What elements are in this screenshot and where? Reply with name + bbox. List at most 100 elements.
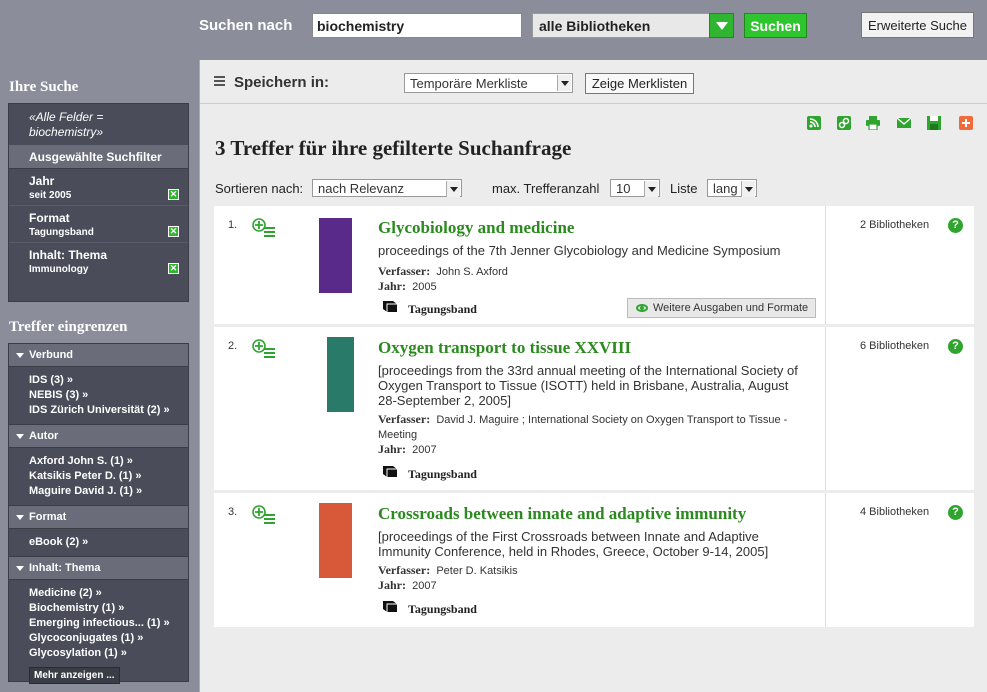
help-icon[interactable]: ? [948,218,963,233]
rss-icon[interactable] [807,116,821,130]
result-number: 3. [228,506,238,518]
advanced-search-button[interactable]: Erweiterte Suche [861,12,974,38]
facet-item[interactable]: Katsikis Peter D. (1) » [29,469,180,484]
menu-icon[interactable] [214,76,225,87]
result-subtitle: proceedings of the 7th Jenner Glycobiolo… [378,243,781,258]
add-icon[interactable] [959,116,973,130]
filter-year: Jahr seit 2005 ✕ [9,169,188,206]
facet-item[interactable]: eBook (2) » [29,535,180,550]
result-item: 2. Oxygen transport to tissue XXVIII [pr… [214,327,974,493]
facet-header-verbund[interactable]: Verbund [9,344,188,367]
save-bar: Speichern in: Temporäre Merkliste Zeige … [200,60,987,104]
print-icon[interactable] [866,116,880,130]
facet-list-autor: Axford John S. (1) » Katsikis Peter D. (… [9,448,188,505]
narrow-results-heading: Treffer eingrenzen [9,319,128,335]
sort-label: Sortieren nach: [215,181,304,196]
dropdown-arrow-icon[interactable] [446,181,460,197]
result-author: Verfasser: Peter D. Katsikis [378,563,518,577]
main-content: Speichern in: Temporäre Merkliste Zeige … [199,60,987,692]
result-type: Tagungsband [408,467,477,481]
facet-item[interactable]: Axford John S. (1) » [29,454,180,469]
selected-filters-header: Ausgewählte Suchfilter [9,146,188,169]
result-title[interactable]: Glycobiology and medicine [378,218,574,238]
result-subtitle: [proceedings of the First Crossroads bet… [378,529,769,559]
facet-item[interactable]: Biochemistry (1) » [29,601,180,616]
add-to-list-icon[interactable] [252,505,276,525]
mail-icon[interactable] [897,116,911,130]
dropdown-arrow-icon[interactable] [644,181,658,197]
result-year: Jahr: 2007 [378,442,437,456]
result-number: 2. [228,340,238,352]
search-input[interactable] [312,13,522,38]
result-year: Jahr: 2007 [378,578,437,592]
facet-header-autor[interactable]: Autor [9,424,188,448]
filter-format: Format Tagungsband ✕ [9,206,188,243]
result-title[interactable]: Crossroads between innate and adaptive i… [378,504,746,524]
facet-list-subject: Medicine (2) » Biochemistry (1) » Emergi… [9,580,188,663]
result-type: Tagungsband [408,302,477,316]
dropdown-arrow-icon[interactable] [741,181,755,197]
search-button[interactable]: Suchen [744,13,807,38]
remove-filter-icon[interactable]: ✕ [168,226,179,237]
link-icon[interactable] [837,116,851,130]
filter-subject: Inhalt: Thema Immunology ✕ [29,248,179,275]
result-title[interactable]: Oxygen transport to tissue XXVIII [378,338,631,358]
eye-icon [636,304,648,312]
dropdown-arrow-icon[interactable] [557,75,571,91]
result-subtitle: [proceedings from the 33rd annual meetin… [378,363,798,408]
facets-box: Verbund IDS (3) » NEBIS (3) » IDS Zürich… [8,343,189,684]
show-more-button[interactable]: Mehr anzeigen ... [29,667,120,684]
facet-header-subject[interactable]: Inhalt: Thema [9,556,188,580]
facet-item[interactable]: IDS Zürich Universität (2) » [29,403,180,418]
facet-item[interactable]: NEBIS (3) » [29,388,180,403]
list-mode-select[interactable]: lang [707,179,757,197]
libraries-count[interactable]: 4 Bibliotheken [860,506,929,518]
library-scope-select[interactable]: alle Bibliotheken [532,13,734,38]
sort-select[interactable]: nach Relevanz [312,179,462,197]
save-icon[interactable] [927,116,941,130]
remove-filter-icon[interactable]: ✕ [168,263,179,274]
results-title: 3 Treffer für ihre gefilterte Suchanfrag… [215,136,572,160]
list-mode-label: Liste [670,181,698,196]
result-item: 3. Crossroads between innate and adaptiv… [214,493,974,630]
book-icon [383,301,397,312]
help-icon[interactable]: ? [948,339,963,354]
library-scope-value: alle Bibliotheken [539,18,651,34]
current-query: «Alle Felder = biochemistry» [9,104,188,146]
show-lists-button[interactable]: Zeige Merklisten [585,73,694,94]
result-year: Jahr: 2005 [378,279,437,293]
facet-item[interactable]: Glycoconjugates (1) » [29,631,180,646]
your-search-box: «Alle Felder = biochemistry» Ausgewählte… [8,103,189,302]
libraries-count[interactable]: 6 Bibliotheken [860,340,929,352]
result-author: Verfasser: John S. Axford [378,264,508,278]
facet-item[interactable]: IDS (3) » [29,373,180,388]
facet-header-format[interactable]: Format [9,505,188,529]
save-label: Speichern in: [234,74,330,91]
results-list: 1. Glycobiology and medicine proceedings… [214,206,974,630]
facet-list-format: eBook (2) » [9,529,188,556]
facet-item[interactable]: Glycosylation (1) » [29,646,180,661]
max-results-label: max. Trefferanzahl [492,181,600,196]
result-type: Tagungsband [408,602,477,616]
sidebar: Ihre Suche «Alle Felder = biochemistry» … [0,60,197,692]
remove-filter-icon[interactable]: ✕ [168,189,179,200]
result-item: 1. Glycobiology and medicine proceedings… [214,206,974,327]
facet-item[interactable]: Medicine (2) » [29,586,180,601]
result-author: Verfasser: David J. Maguire ; Internatio… [378,412,788,441]
help-icon[interactable]: ? [948,505,963,520]
add-to-list-icon[interactable] [252,339,276,359]
book-cover-image[interactable] [319,218,352,293]
search-label: Suchen nach [199,17,293,34]
libraries-count[interactable]: 2 Bibliotheken [860,219,929,231]
book-cover-image[interactable] [319,503,352,578]
dropdown-arrow-icon[interactable] [709,13,734,38]
result-number: 1. [228,219,238,231]
add-to-list-icon[interactable] [252,218,276,238]
save-list-select[interactable]: Temporäre Merkliste [404,73,573,93]
facet-item[interactable]: Maguire David J. (1) » [29,484,180,499]
book-cover-image[interactable] [327,337,354,412]
facet-item[interactable]: Emerging infectious... (1) » [29,616,180,631]
more-formats-button[interactable]: Weitere Ausgaben und Formate [627,298,816,318]
max-results-select[interactable]: 10 [610,179,660,197]
facet-list-verbund: IDS (3) » NEBIS (3) » IDS Zürich Univers… [9,367,188,424]
